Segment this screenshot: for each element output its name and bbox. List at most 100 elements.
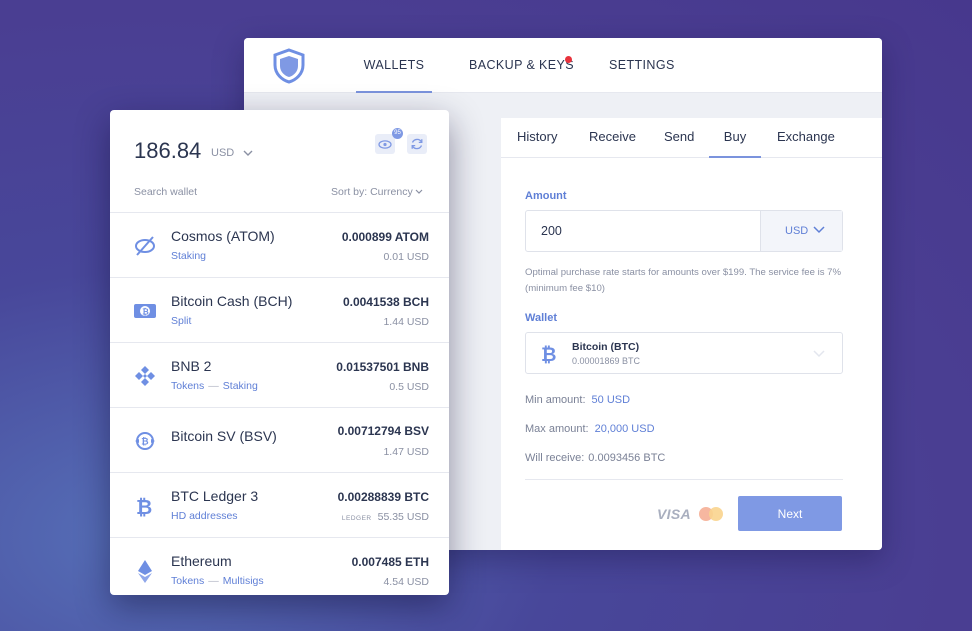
refresh-button[interactable] <box>407 134 427 154</box>
wallet-tags: Tokens — Multisigs <box>171 575 264 587</box>
svg-text:₿: ₿ <box>142 307 149 316</box>
wallet-fiat: 0.01 USD <box>383 251 429 263</box>
wallet-select-amount: 0.00001869 BTC <box>572 356 641 366</box>
wallet-fiat: 0.5 USD <box>389 381 429 393</box>
next-button[interactable]: Next <box>738 496 842 531</box>
tab-exchange[interactable]: Exchange <box>777 118 835 158</box>
wallet-row-bnb[interactable]: BNB 2 Tokens — Staking 0.01537501 BNB 0.5 … <box>110 343 449 408</box>
mastercard-logo-icon <box>699 507 723 521</box>
wallet-name: Bitcoin SV (BSV) <box>171 428 277 444</box>
wallet-fiat-row: LEDGER 55.35 USD <box>342 511 429 523</box>
amount-field: USD <box>525 210 843 252</box>
sort-dropdown[interactable]: Sort by: Currency <box>331 186 423 198</box>
currency-select[interactable]: USD <box>760 211 842 251</box>
bitcoin-icon: ₿ <box>541 344 556 365</box>
top-nav-bar: WALLETS BACKUP & KEYS SETTINGS <box>244 38 882 93</box>
min-amount-row: Min amount: 50 USD <box>525 394 630 406</box>
wallet-tabs: History Receive Send Buy Exchange <box>501 118 882 158</box>
chevron-down-icon[interactable] <box>243 150 253 157</box>
wallet-tag[interactable]: Split <box>171 315 191 327</box>
wallet-row-ethereum[interactable]: Ethereum Tokens — Multisigs 0.007485 ETH 4… <box>110 538 449 595</box>
wallet-row-bitcoin-sv[interactable]: ₿ Bitcoin SV (BSV) 0.00712794 BSV 1.47 U… <box>110 408 449 473</box>
wallet-fiat: 55.35 USD <box>377 511 429 523</box>
amount-label: Amount <box>525 190 567 202</box>
chevron-down-icon <box>415 189 423 195</box>
eye-icon <box>378 140 392 149</box>
will-receive-value: 0.0093456 BTC <box>588 452 666 464</box>
shield-logo-icon <box>273 48 305 84</box>
wallet-tags: Staking <box>171 250 206 262</box>
tab-send[interactable]: Send <box>664 118 694 158</box>
wallet-tag[interactable]: Staking <box>223 380 258 392</box>
wallet-select-name: Bitcoin (BTC) <box>572 341 640 353</box>
fee-note: Optimal purchase rate starts for amounts… <box>525 267 842 294</box>
wallet-balance: 0.000899 ATOM <box>341 230 429 244</box>
notification-badge: 95 <box>392 128 403 139</box>
bitcoin-sv-icon: ₿ <box>135 432 155 450</box>
wallet-tag[interactable]: Staking <box>171 250 206 262</box>
total-balance: 186.84 <box>134 138 202 163</box>
wallet-balance: 0.00288839 BTC <box>337 490 429 504</box>
refresh-icon <box>411 138 423 150</box>
wallet-tag[interactable]: Multisigs <box>223 575 264 587</box>
ledger-tag: LEDGER <box>341 515 372 522</box>
max-amount-row: Max amount: 20,000 USD <box>525 423 655 435</box>
buy-panel: History Receive Send Buy Exchange Amount… <box>501 118 882 550</box>
balance-currency[interactable]: USD <box>211 147 234 159</box>
cosmos-icon <box>135 236 155 256</box>
wallet-name: Bitcoin Cash (BCH) <box>171 293 293 309</box>
notification-dot <box>565 56 572 63</box>
min-amount-label: Min amount: <box>525 394 586 406</box>
bitcoin-cash-icon: ₿ <box>134 304 156 318</box>
nav-settings[interactable]: SETTINGS <box>609 38 675 93</box>
will-receive-row: Will receive: 0.0093456 BTC <box>525 452 665 464</box>
currency-value: USD <box>785 225 809 237</box>
bnb-icon <box>135 366 155 386</box>
wallet-balance: 0.0041538 BCH <box>342 295 429 309</box>
wallet-name: Cosmos (ATOM) <box>171 228 275 244</box>
ethereum-icon <box>138 560 152 583</box>
tag-separator: — <box>208 575 219 587</box>
wallet-row-bitcoin-cash[interactable]: ₿ Bitcoin Cash (BCH) Split 0.0041538 BCH… <box>110 278 449 343</box>
tab-receive[interactable]: Receive <box>589 118 636 158</box>
max-amount-label: Max amount: <box>525 423 589 435</box>
search-wallet-input[interactable] <box>134 184 284 200</box>
sort-label: Sort by: Currency <box>331 186 413 198</box>
wallet-fiat: 1.47 USD <box>383 446 429 458</box>
visa-logo-icon: VISA <box>657 506 691 522</box>
wallet-balance: 0.00712794 BSV <box>337 424 429 438</box>
max-amount-value[interactable]: 20,000 USD <box>595 423 655 435</box>
tab-history[interactable]: History <box>517 118 557 158</box>
wallet-balance: 0.01537501 BNB <box>336 360 429 374</box>
svg-text:₿: ₿ <box>541 344 556 365</box>
divider <box>525 479 843 480</box>
wallet-label: Wallet <box>525 312 557 324</box>
wallet-list-window: 186.84 USD 95 Sort by: Currency Cosmos (… <box>110 110 449 595</box>
chevron-down-icon <box>813 350 825 358</box>
amount-input[interactable] <box>526 211 760 251</box>
wallet-tags: HD addresses <box>171 510 238 522</box>
wallet-fiat: 1.44 USD <box>383 316 429 328</box>
will-receive-label: Will receive: <box>525 452 585 464</box>
wallet-row-cosmos[interactable]: Cosmos (ATOM) Staking 0.000899 ATOM 0.01… <box>110 213 449 278</box>
svg-text:₿: ₿ <box>136 495 152 519</box>
tag-separator: — <box>208 380 219 392</box>
wallet-tag[interactable]: Tokens <box>171 380 204 392</box>
min-amount-value[interactable]: 50 USD <box>592 394 631 406</box>
wallet-name: BNB 2 <box>171 358 212 374</box>
chevron-down-icon <box>813 226 825 234</box>
eye-button[interactable] <box>375 134 395 154</box>
nav-backup-keys[interactable]: BACKUP & KEYS <box>469 38 574 93</box>
wallet-row-btc-ledger[interactable]: ₿ BTC Ledger 3 HD addresses 0.00288839 B… <box>110 473 449 538</box>
nav-wallets[interactable]: WALLETS <box>356 38 432 93</box>
wallet-tags: Split <box>171 315 191 327</box>
wallet-list: Cosmos (ATOM) Staking 0.000899 ATOM 0.01… <box>110 212 449 595</box>
wallet-name: Ethereum <box>171 553 232 569</box>
tab-buy[interactable]: Buy <box>709 118 761 158</box>
wallet-tag[interactable]: Tokens <box>171 575 204 587</box>
wallet-fiat: 4.54 USD <box>383 576 429 588</box>
wallet-tag[interactable]: HD addresses <box>171 510 238 522</box>
wallet-select[interactable]: ₿ Bitcoin (BTC) 0.00001869 BTC <box>525 332 843 374</box>
wallet-tags: Tokens — Staking <box>171 380 258 392</box>
bitcoin-icon: ₿ <box>136 495 152 519</box>
